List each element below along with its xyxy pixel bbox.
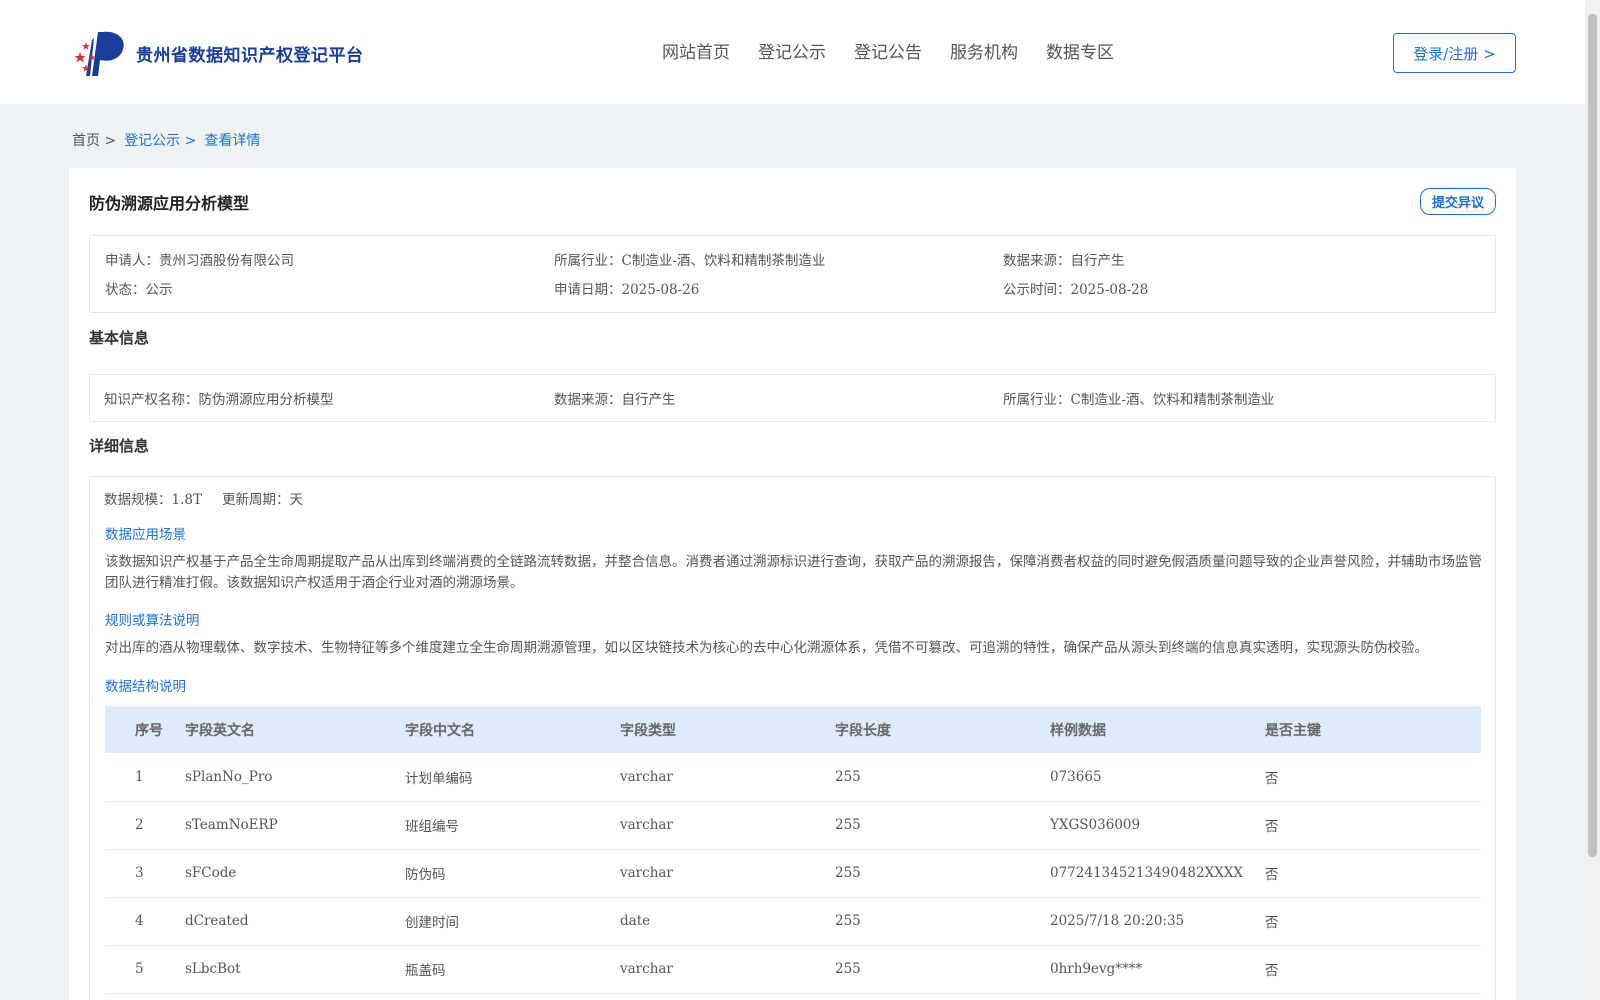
cell-index: 5 [135, 961, 144, 977]
logo-emblem-icon [74, 31, 124, 76]
structure-title: 数据结构说明 [105, 679, 186, 695]
cell-en-name: sPlanNo_Pro [185, 768, 273, 785]
cell-length: 255 [835, 865, 861, 881]
basic-source-field: 数据来源：自行产生 [554, 392, 676, 408]
cell-length: 255 [835, 913, 861, 929]
applicant-field: 申请人：贵州习酒股份有限公司 [105, 253, 294, 269]
cell-en-name: sTeamNoERP [185, 817, 278, 833]
cell-cn-name: 防伪码 [405, 867, 446, 883]
apply-date-field: 申请日期：2025-08-26 [554, 282, 700, 298]
basic-industry-field: 所属行业：C制造业-酒、饮料和精制茶制造业 [1003, 392, 1275, 408]
detail-info-title: 详细信息 [89, 437, 150, 455]
nav-item-data-zone[interactable]: 数据专区 [1046, 38, 1114, 63]
cell-length: 255 [835, 768, 861, 785]
cell-sample: 077241345213490482XXXX [1050, 865, 1244, 881]
table-row: 1 sPlanNo_Pro 计划单编码 varchar 255 073665 否 [105, 753, 1481, 801]
cell-index: 3 [135, 865, 144, 881]
cell-type: varchar [620, 961, 673, 977]
cell-index: 1 [135, 768, 144, 785]
col-header-length: 字段长度 [835, 722, 891, 739]
cell-type: varchar [620, 865, 673, 881]
table-header-row: 序号 字段英文名 字段中文名 字段类型 字段长度 样例数据 是否主键 [105, 706, 1481, 753]
col-header-index: 序号 [135, 722, 163, 739]
cell-type: varchar [620, 817, 673, 833]
summary-box: 申请人：贵州习酒股份有限公司 所属行业：C制造业-酒、饮料和精制茶制造业 数据来… [89, 235, 1496, 313]
nav-item-announcement[interactable]: 登记公告 [854, 38, 922, 63]
scenario-title: 数据应用场景 [105, 527, 186, 543]
rules-text: 对出库的酒从物理载体、数字技术、生物特征等多个维度建立全生命周期溯源管理，如以区… [105, 640, 1428, 656]
cell-primary-key: 否 [1265, 819, 1279, 835]
top-bar: 贵州省数据知识产权登记平台 网站首页 登记公示 登记公告 服务机构 数据专区 登… [0, 0, 1585, 104]
cell-en-name: dCreated [185, 913, 249, 929]
publish-date-field: 公示时间：2025-08-28 [1003, 282, 1149, 298]
status-field: 状态：公示 [105, 282, 173, 298]
cell-length: 255 [835, 961, 861, 977]
cell-primary-key: 否 [1265, 963, 1279, 979]
cell-length: 255 [835, 817, 861, 833]
basic-info-box: 知识产权名称：防伪溯源应用分析模型 数据来源：自行产生 所属行业：C制造业-酒、… [89, 374, 1496, 422]
basic-info-title: 基本信息 [89, 329, 150, 347]
cell-sample: 2025/7/18 20:20:35 [1050, 913, 1185, 929]
col-header-sample: 样例数据 [1050, 722, 1106, 739]
login-register-button[interactable]: 登录/注册 > [1393, 33, 1516, 73]
col-header-primary-key: 是否主键 [1265, 722, 1321, 739]
col-header-type: 字段类型 [620, 722, 676, 739]
col-header-en-name: 字段英文名 [185, 722, 255, 739]
ip-name-field: 知识产权名称：防伪溯源应用分析模型 [104, 392, 334, 408]
rules-title: 规则或算法说明 [105, 613, 200, 629]
breadcrumb-publicity[interactable]: 登记公示 > [124, 130, 196, 150]
cell-cn-name: 瓶盖码 [405, 963, 446, 979]
main-nav: 网站首页 登记公示 登记公告 服务机构 数据专区 [662, 38, 1142, 63]
cell-sample: 0hrh9evg**** [1050, 961, 1143, 977]
detail-info-box: 数据规模：1.8T 更新周期：天 数据应用场景 该数据知识产权基于产品全生命周期提… [89, 476, 1496, 1000]
cell-cn-name: 班组编号 [405, 819, 459, 835]
table-row: 3 sFCode 防伪码 varchar 255 077241345213490… [105, 849, 1481, 897]
nav-item-publicity[interactable]: 登记公示 [758, 38, 826, 63]
nav-item-home[interactable]: 网站首页 [662, 38, 730, 63]
cell-en-name: sFCode [185, 865, 237, 881]
cell-type: varchar [620, 768, 673, 785]
nav-item-service[interactable]: 服务机构 [950, 38, 1018, 63]
data-structure-table: 序号 字段英文名 字段中文名 字段类型 字段长度 样例数据 是否主键 1 sPl… [105, 706, 1481, 994]
breadcrumb: 首页 > 登记公示 > 查看详情 [72, 130, 268, 150]
submit-objection-button[interactable]: 提交异议 [1420, 188, 1496, 215]
cell-primary-key: 否 [1265, 867, 1279, 883]
data-scale-field: 数据规模：1.8T 更新周期：天 [104, 492, 303, 508]
cell-type: date [620, 913, 651, 929]
site-logo[interactable]: 贵州省数据知识产权登记平台 [72, 28, 364, 78]
cell-index: 4 [135, 913, 144, 929]
table-row: 4 dCreated 创建时间 date 255 2025/7/18 20:20… [105, 897, 1481, 945]
cell-cn-name: 创建时间 [405, 915, 459, 931]
breadcrumb-current: 查看详情 [204, 133, 261, 149]
cell-cn-name: 计划单编码 [405, 770, 473, 787]
breadcrumb-home[interactable]: 首页 > [72, 130, 116, 150]
table-row: 5 sLbcBot 瓶盖码 varchar 255 0hrh9evg**** 否 [105, 945, 1481, 993]
col-header-cn-name: 字段中文名 [405, 722, 475, 739]
site-title: 贵州省数据知识产权登记平台 [136, 45, 364, 66]
detail-card: 防伪溯源应用分析模型 提交异议 申请人：贵州习酒股份有限公司 所属行业：C制造业… [69, 168, 1516, 1000]
scrollbar-thumb[interactable] [1588, 14, 1597, 857]
cell-en-name: sLbcBot [185, 961, 241, 977]
cell-sample: 073665 [1050, 768, 1102, 785]
cell-primary-key: 否 [1265, 770, 1279, 787]
table-row: 2 sTeamNoERP 班组编号 varchar 255 YXGS036009… [105, 801, 1481, 849]
cell-index: 2 [135, 817, 144, 833]
cell-primary-key: 否 [1265, 915, 1279, 931]
scenario-text: 该数据知识产权基于产品全生命周期提取产品从出库到终端消费的全链路流转数据，并整合… [105, 554, 1482, 591]
page-scrollbar[interactable] [1585, 0, 1600, 1000]
page-title: 防伪溯源应用分析模型 [89, 194, 250, 213]
source-field: 数据来源：自行产生 [1003, 253, 1125, 269]
industry-field: 所属行业：C制造业-酒、饮料和精制茶制造业 [554, 253, 826, 269]
cell-sample: YXGS036009 [1050, 817, 1141, 833]
